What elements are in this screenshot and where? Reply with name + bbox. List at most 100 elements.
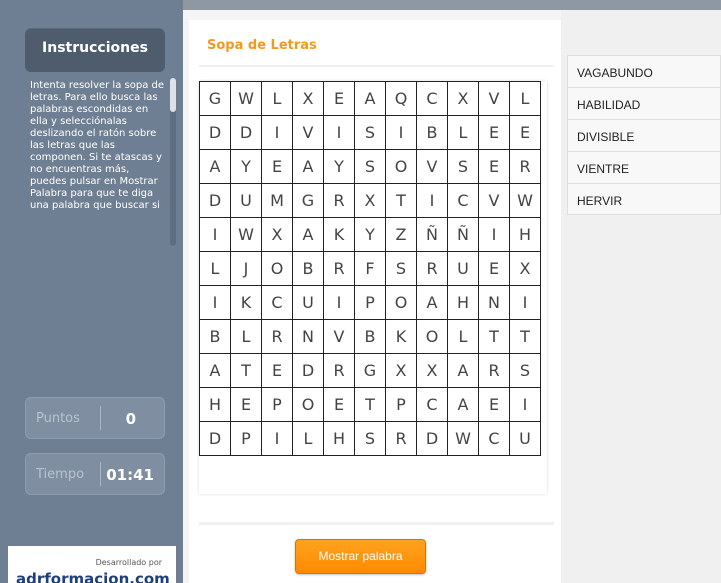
grid-cell[interactable]: T bbox=[509, 319, 541, 354]
grid-cell[interactable]: F bbox=[354, 251, 386, 286]
grid-cell[interactable]: Y bbox=[230, 149, 262, 184]
grid-cell[interactable]: A bbox=[416, 285, 448, 320]
grid-cell[interactable]: V bbox=[323, 319, 355, 354]
grid-cell[interactable]: W bbox=[230, 81, 262, 116]
grid-cell[interactable]: X bbox=[385, 353, 417, 388]
grid-cell[interactable]: A bbox=[199, 149, 231, 184]
grid-cell[interactable]: R bbox=[323, 353, 355, 388]
grid-cell[interactable]: I bbox=[199, 285, 231, 320]
grid-cell[interactable]: O bbox=[385, 149, 417, 184]
show-word-button[interactable]: Mostrar palabra bbox=[295, 539, 426, 574]
grid-cell[interactable]: R bbox=[261, 319, 293, 354]
grid-cell[interactable]: I bbox=[199, 217, 231, 252]
grid-cell[interactable]: U bbox=[509, 421, 541, 456]
grid-cell[interactable]: X bbox=[416, 353, 448, 388]
grid-cell[interactable]: I bbox=[416, 183, 448, 218]
grid-cell[interactable]: R bbox=[323, 251, 355, 286]
grid-cell[interactable]: K bbox=[323, 217, 355, 252]
grid-cell[interactable]: Q bbox=[385, 81, 417, 116]
grid-cell[interactable]: E bbox=[261, 149, 293, 184]
grid-cell[interactable]: S bbox=[354, 115, 386, 150]
grid-cell[interactable]: R bbox=[509, 149, 541, 184]
grid-cell[interactable]: H bbox=[447, 285, 479, 320]
grid-cell[interactable]: D bbox=[292, 353, 324, 388]
grid-cell[interactable]: U bbox=[230, 183, 262, 218]
grid-cell[interactable]: N bbox=[478, 285, 510, 320]
grid-cell[interactable]: T bbox=[385, 183, 417, 218]
grid-cell[interactable]: E bbox=[478, 149, 510, 184]
grid-cell[interactable]: D bbox=[199, 183, 231, 218]
grid-cell[interactable]: P bbox=[385, 387, 417, 422]
grid-cell[interactable]: S bbox=[509, 353, 541, 388]
grid-cell[interactable]: S bbox=[354, 149, 386, 184]
grid-cell[interactable]: B bbox=[199, 319, 231, 354]
grid-cell[interactable]: E bbox=[478, 115, 510, 150]
grid-cell[interactable]: H bbox=[199, 387, 231, 422]
grid-cell[interactable]: W bbox=[447, 421, 479, 456]
grid-cell[interactable]: G bbox=[354, 353, 386, 388]
grid-cell[interactable]: T bbox=[354, 387, 386, 422]
grid-cell[interactable]: Y bbox=[354, 217, 386, 252]
grid-cell[interactable]: O bbox=[261, 251, 293, 286]
grid-cell[interactable]: R bbox=[416, 251, 448, 286]
grid-cell[interactable]: P bbox=[261, 387, 293, 422]
grid-cell[interactable]: I bbox=[509, 285, 541, 320]
grid-cell[interactable]: C bbox=[416, 81, 448, 116]
grid-cell[interactable]: G bbox=[199, 81, 231, 116]
grid-cell[interactable]: S bbox=[385, 251, 417, 286]
grid-cell[interactable]: A bbox=[354, 81, 386, 116]
grid-cell[interactable]: I bbox=[509, 387, 541, 422]
grid-cell[interactable]: L bbox=[447, 319, 479, 354]
grid-cell[interactable]: L bbox=[447, 115, 479, 150]
grid-cell[interactable]: L bbox=[509, 81, 541, 116]
grid-cell[interactable]: L bbox=[292, 421, 324, 456]
grid-cell[interactable]: R bbox=[478, 353, 510, 388]
grid-cell[interactable]: V bbox=[292, 115, 324, 150]
grid-cell[interactable]: C bbox=[478, 421, 510, 456]
grid-cell[interactable]: X bbox=[261, 217, 293, 252]
grid-cell[interactable]: P bbox=[230, 421, 262, 456]
grid-cell[interactable]: N bbox=[292, 319, 324, 354]
grid-cell[interactable]: X bbox=[292, 81, 324, 116]
grid-cell[interactable]: W bbox=[230, 217, 262, 252]
grid-cell[interactable]: C bbox=[416, 387, 448, 422]
instructions-scrollbar[interactable] bbox=[170, 78, 176, 246]
grid-cell[interactable]: X bbox=[509, 251, 541, 286]
grid-cell[interactable]: M bbox=[261, 183, 293, 218]
grid-cell[interactable]: O bbox=[416, 319, 448, 354]
grid-cell[interactable]: U bbox=[447, 251, 479, 286]
credits-logo[interactable]: adrformacion.com bbox=[16, 570, 170, 583]
grid-cell[interactable]: X bbox=[447, 81, 479, 116]
grid-cell[interactable]: O bbox=[292, 387, 324, 422]
grid-cell[interactable]: E bbox=[323, 387, 355, 422]
grid-cell[interactable]: E bbox=[478, 251, 510, 286]
grid-cell[interactable]: C bbox=[261, 285, 293, 320]
grid-cell[interactable]: R bbox=[385, 421, 417, 456]
credits[interactable]: Desarrollado por adrformacion.com bbox=[8, 546, 176, 583]
grid-cell[interactable]: O bbox=[385, 285, 417, 320]
grid-cell[interactable]: H bbox=[509, 217, 541, 252]
grid-cell[interactable]: E bbox=[323, 81, 355, 116]
grid-cell[interactable]: V bbox=[478, 81, 510, 116]
grid-cell[interactable]: R bbox=[323, 183, 355, 218]
grid-cell[interactable]: X bbox=[354, 183, 386, 218]
grid-cell[interactable]: A bbox=[447, 353, 479, 388]
grid-cell[interactable]: I bbox=[261, 421, 293, 456]
grid-cell[interactable]: H bbox=[323, 421, 355, 456]
grid-cell[interactable]: A bbox=[292, 149, 324, 184]
grid-cell[interactable]: P bbox=[354, 285, 386, 320]
grid-cell[interactable]: V bbox=[478, 183, 510, 218]
grid-cell[interactable]: B bbox=[354, 319, 386, 354]
grid-cell[interactable]: I bbox=[323, 285, 355, 320]
grid-cell[interactable]: D bbox=[230, 115, 262, 150]
grid-cell[interactable]: L bbox=[261, 81, 293, 116]
grid-cell[interactable]: U bbox=[292, 285, 324, 320]
grid-cell[interactable]: T bbox=[478, 319, 510, 354]
grid-cell[interactable]: L bbox=[230, 319, 262, 354]
grid-cell[interactable]: V bbox=[416, 149, 448, 184]
grid-cell[interactable]: C bbox=[447, 183, 479, 218]
grid-cell[interactable]: D bbox=[199, 115, 231, 150]
grid-cell[interactable]: E bbox=[261, 353, 293, 388]
grid-cell[interactable]: A bbox=[199, 353, 231, 388]
instructions-scroll-thumb[interactable] bbox=[170, 78, 176, 112]
